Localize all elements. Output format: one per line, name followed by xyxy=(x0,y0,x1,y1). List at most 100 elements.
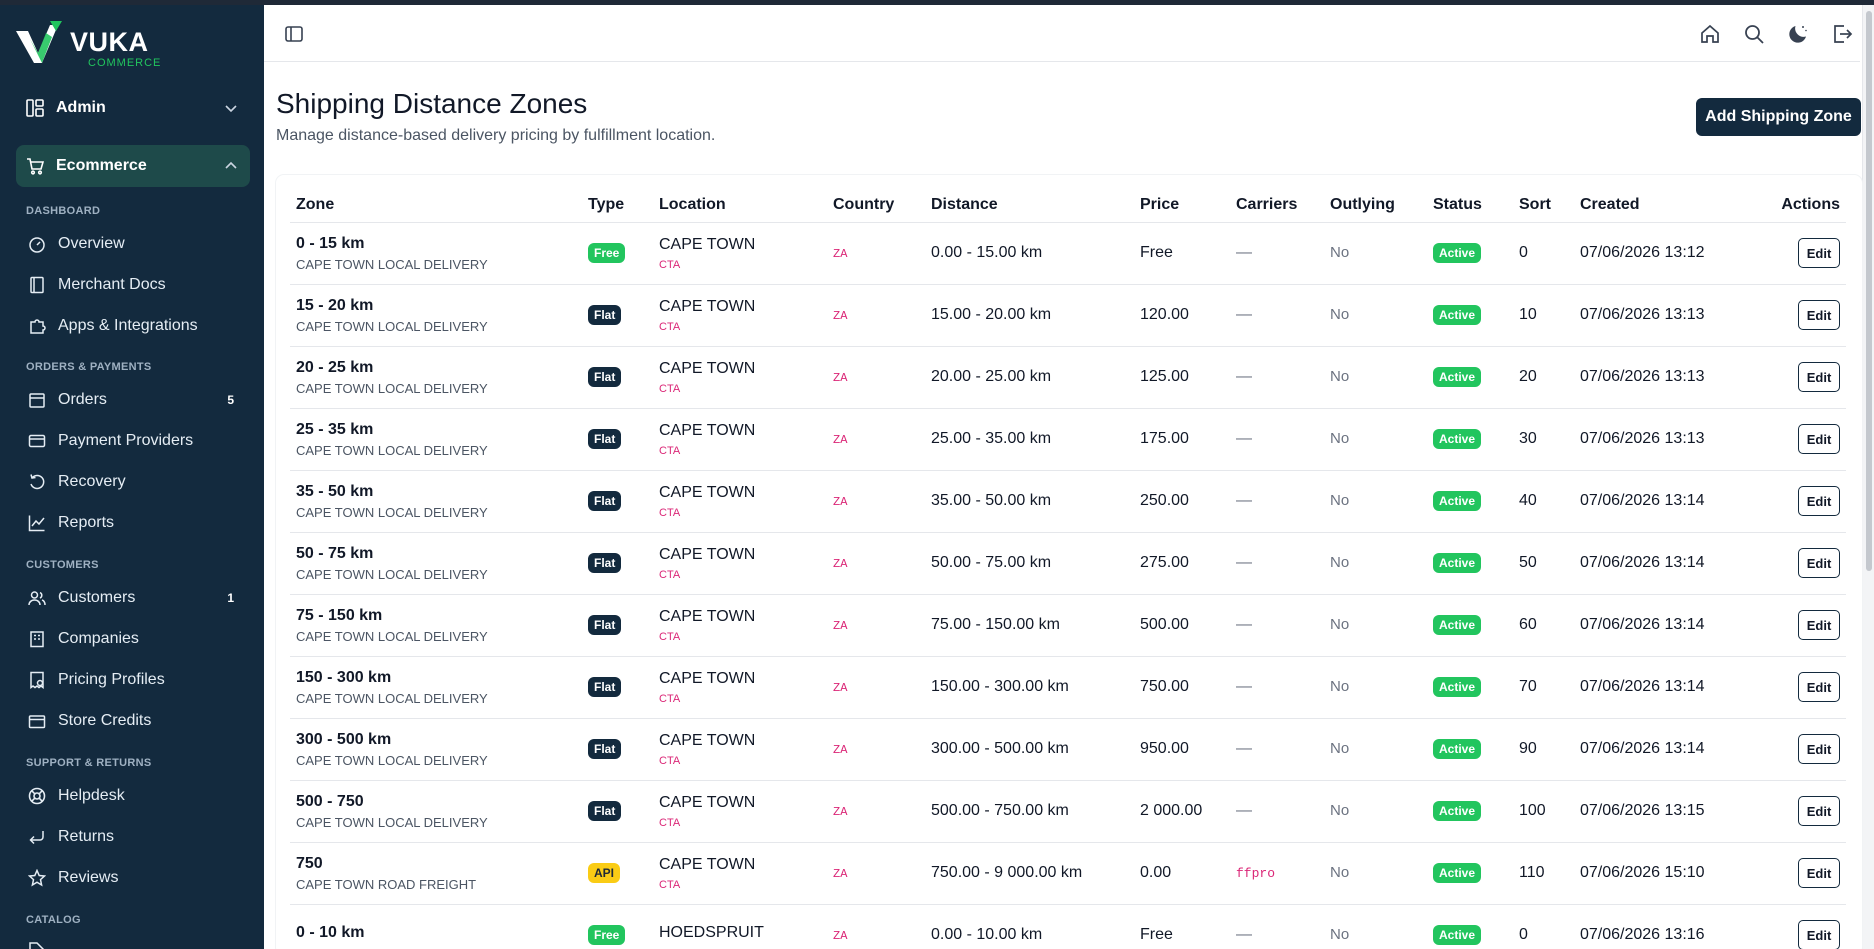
column-header-status[interactable]: Status xyxy=(1427,188,1513,223)
cell-carriers: — xyxy=(1230,780,1324,843)
type-badge: Flat xyxy=(588,305,622,325)
edit-button[interactable]: Edit xyxy=(1798,238,1840,268)
sidebar-item-label: Apps & Integrations xyxy=(58,317,198,334)
logout-icon[interactable] xyxy=(1830,22,1854,46)
cell-carriers: — xyxy=(1230,284,1324,347)
cell-zone: 0 - 15 km CAPE TOWN LOCAL DELIVERY xyxy=(290,222,582,285)
sidebar-item-store-credits[interactable]: Store Credits xyxy=(18,704,248,738)
location-name: CAPE TOWN xyxy=(659,421,756,439)
column-header-created[interactable]: Created xyxy=(1574,188,1768,223)
cell-price: 0.00 xyxy=(1134,842,1230,905)
cell-sort: 0 xyxy=(1513,904,1574,949)
type-badge: Flat xyxy=(588,615,622,635)
gauge-icon xyxy=(29,237,45,253)
edit-button[interactable]: Edit xyxy=(1798,362,1840,392)
edit-button[interactable]: Edit xyxy=(1798,858,1840,888)
sidebar-item-helpdesk[interactable]: Helpdesk xyxy=(18,779,248,813)
cell-price: 2 000.00 xyxy=(1134,780,1230,843)
cell-status: Active xyxy=(1427,718,1513,781)
table-row[interactable]: 50 - 75 km CAPE TOWN LOCAL DELIVERY Flat CA… xyxy=(290,532,1846,595)
sidebar-group-admin[interactable]: Admin xyxy=(16,87,250,129)
sidebar-item-recovery[interactable]: Recovery xyxy=(18,465,248,499)
table-row[interactable]: 500 - 750 CAPE TOWN LOCAL DELIVERY Flat CAP… xyxy=(290,780,1846,843)
table-row[interactable]: 750 CAPE TOWN ROAD FREIGHT API CAPE TOWN CTA… xyxy=(290,842,1846,905)
scrollbar-thumb[interactable] xyxy=(1866,11,1872,571)
sidebar-item-customers[interactable]: Customers 1 xyxy=(18,581,248,615)
book-icon xyxy=(30,276,44,294)
cell-distance: 300.00 - 500.00 km xyxy=(925,718,1134,781)
sidebar-item-reviews[interactable]: Reviews xyxy=(18,861,248,895)
sidebar-item-pricing-profiles[interactable]: Pricing Profiles xyxy=(18,663,248,697)
column-header-zone[interactable]: Zone xyxy=(290,188,582,223)
sidebar-item-reports[interactable]: Reports xyxy=(18,506,248,540)
column-header-outlying[interactable]: Outlying xyxy=(1324,188,1427,223)
table-row[interactable]: 75 - 150 km CAPE TOWN LOCAL DELIVERY Flat C… xyxy=(290,594,1846,657)
edit-button[interactable]: Edit xyxy=(1798,734,1840,764)
carriers-value: — xyxy=(1236,368,1252,385)
cell-type: Flat xyxy=(582,718,653,781)
cell-actions: Edit xyxy=(1768,222,1846,285)
cell-status: Active xyxy=(1427,594,1513,657)
table-row[interactable]: 25 - 35 km CAPE TOWN LOCAL DELIVERY Flat CA… xyxy=(290,408,1846,471)
edit-button[interactable]: Edit xyxy=(1798,610,1840,640)
cell-country: ZA xyxy=(827,780,925,843)
page-scrollbar[interactable] xyxy=(1862,5,1874,949)
status-badge: Active xyxy=(1433,367,1482,387)
edit-button[interactable]: Edit xyxy=(1798,300,1840,330)
column-header-price[interactable]: Price xyxy=(1134,188,1230,223)
status-badge: Active xyxy=(1433,305,1482,325)
sidebar-item-apps-integrations[interactable]: Apps & Integrations xyxy=(18,309,248,343)
sidebar-item-merchant-docs[interactable]: Merchant Docs xyxy=(18,268,248,302)
moon-icon[interactable] xyxy=(1786,22,1810,46)
column-header-type[interactable]: Type xyxy=(582,188,653,223)
cell-carriers: — xyxy=(1230,532,1324,595)
sidebar-item-label: Pricing Profiles xyxy=(58,671,165,688)
edit-button[interactable]: Edit xyxy=(1798,548,1840,578)
sidebar-item-returns[interactable]: Returns xyxy=(18,820,248,854)
cell-carriers: — xyxy=(1230,718,1324,781)
edit-button[interactable]: Edit xyxy=(1798,424,1840,454)
sidebar-item-orders[interactable]: Orders 5 xyxy=(18,383,248,417)
cell-price: 250.00 xyxy=(1134,470,1230,533)
table-row[interactable]: 35 - 50 km CAPE TOWN LOCAL DELIVERY Flat CA… xyxy=(290,470,1846,533)
column-header-country[interactable]: Country xyxy=(827,188,925,223)
sidebar-item-catalog-partial[interactable] xyxy=(18,933,248,949)
country-code: ZA xyxy=(833,371,848,385)
edit-button[interactable]: Edit xyxy=(1798,920,1840,949)
cell-created: 07/06/2026 13:13 xyxy=(1574,284,1768,347)
sidebar-item-label: Merchant Docs xyxy=(58,276,166,293)
table-row[interactable]: 300 - 500 km CAPE TOWN LOCAL DELIVERY Flat… xyxy=(290,718,1846,781)
sidebar-item-companies[interactable]: Companies xyxy=(18,622,248,656)
add-shipping-zone-button[interactable]: Add Shipping Zone xyxy=(1696,98,1861,136)
edit-button[interactable]: Edit xyxy=(1798,486,1840,516)
edit-button[interactable]: Edit xyxy=(1798,796,1840,826)
section-label-customers: CUSTOMERS xyxy=(26,559,99,571)
cell-created: 07/06/2026 13:14 xyxy=(1574,594,1768,657)
sidebar-group-ecommerce[interactable]: Ecommerce xyxy=(16,145,250,187)
cell-created: 07/06/2026 13:13 xyxy=(1574,408,1768,471)
wallet-icon xyxy=(28,715,46,729)
brand-logo[interactable]: VUKA COMMERCE xyxy=(16,19,176,69)
column-header-distance[interactable]: Distance xyxy=(925,188,1134,223)
table-row[interactable]: 0 - 10 km Free HOEDSPRUIT ZA 0.00 - 10.00 km… xyxy=(290,904,1846,949)
column-header-carriers[interactable]: Carriers xyxy=(1230,188,1324,223)
sidebar-item-payment-providers[interactable]: Payment Providers xyxy=(18,424,248,458)
sidebar-toggle-icon[interactable] xyxy=(284,24,304,44)
table-row[interactable]: 0 - 15 km CAPE TOWN LOCAL DELIVERY Free CAP… xyxy=(290,222,1846,285)
home-icon[interactable] xyxy=(1698,22,1722,46)
search-icon[interactable] xyxy=(1742,22,1766,46)
cell-carriers: — xyxy=(1230,470,1324,533)
location-code: CTA xyxy=(659,568,681,581)
table-row[interactable]: 20 - 25 km CAPE TOWN LOCAL DELIVERY Flat CA… xyxy=(290,346,1846,409)
sidebar-item-overview[interactable]: Overview xyxy=(18,227,248,261)
column-header-sort[interactable]: Sort xyxy=(1513,188,1574,223)
status-badge: Active xyxy=(1433,677,1482,697)
outlying-value: No xyxy=(1330,926,1350,943)
table-row[interactable]: 150 - 300 km CAPE TOWN LOCAL DELIVERY Flat… xyxy=(290,656,1846,719)
zones-table-card: Zone Type Location Country Distance Pric… xyxy=(276,175,1862,949)
column-header-location[interactable]: Location xyxy=(653,188,827,223)
cell-sort: 60 xyxy=(1513,594,1574,657)
cell-country: ZA xyxy=(827,594,925,657)
table-row[interactable]: 15 - 20 km CAPE TOWN LOCAL DELIVERY Flat CA… xyxy=(290,284,1846,347)
edit-button[interactable]: Edit xyxy=(1798,672,1840,702)
